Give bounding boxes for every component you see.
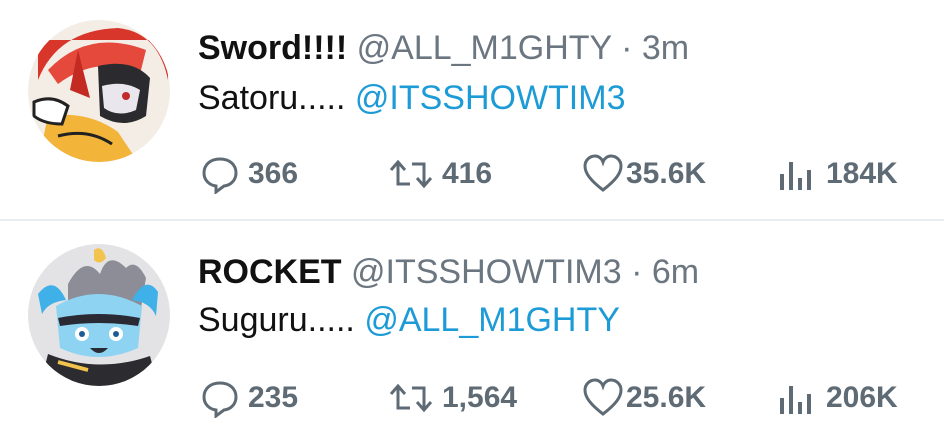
like-icon <box>582 154 624 194</box>
tweet-actions: 366 416 35.6K 184K <box>0 152 944 196</box>
separator-dot: · <box>621 29 633 67</box>
like-button[interactable]: 35.6K <box>582 152 706 196</box>
tweet-header: ROCKET @ITSSHOWTIM3 · 6m <box>198 252 699 292</box>
tweet-text: Suguru..... @ALL_M1GHTY <box>198 300 620 340</box>
views-button[interactable]: 206K <box>778 376 898 420</box>
views-count: 206K <box>826 381 898 414</box>
display-name[interactable]: ROCKET <box>198 253 342 291</box>
masked-red-character-avatar-icon <box>28 20 170 162</box>
tweet[interactable]: ROCKET @ITSSHOWTIM3 · 6m Suguru..... @AL… <box>0 222 944 442</box>
like-icon <box>582 378 624 418</box>
timestamp[interactable]: 6m <box>652 253 699 291</box>
tweet-body-text: Satoru..... <box>198 79 346 117</box>
tweet[interactable]: Sword!!!! @ALL_M1GHTY · 3m Satoru..... @… <box>0 0 944 220</box>
retweet-icon <box>388 378 434 418</box>
user-handle[interactable]: @ITSSHOWTIM3 <box>351 253 622 291</box>
views-icon <box>778 156 812 192</box>
retweet-count: 416 <box>442 157 493 190</box>
user-handle[interactable]: @ALL_M1GHTY <box>357 29 612 67</box>
tweet-divider <box>0 219 944 221</box>
display-name[interactable]: Sword!!!! <box>198 29 347 67</box>
retweet-button[interactable]: 416 <box>388 152 492 196</box>
mention-link[interactable]: @ITSSHOWTIM3 <box>355 79 626 117</box>
reply-icon <box>200 154 240 194</box>
like-button[interactable]: 25.6K <box>582 376 706 420</box>
reply-count: 235 <box>248 381 299 414</box>
like-count: 25.6K <box>626 381 707 414</box>
reply-count: 366 <box>248 157 299 190</box>
views-icon <box>778 380 812 416</box>
tweet-body-text: Suguru..... <box>198 301 355 339</box>
reply-button[interactable]: 235 <box>200 376 298 420</box>
views-count: 184K <box>826 157 898 190</box>
blue-flame-character-avatar-icon <box>28 244 170 386</box>
timestamp[interactable]: 3m <box>642 29 689 67</box>
views-button[interactable]: 184K <box>778 152 898 196</box>
tweet-text: Satoru..... @ITSSHOWTIM3 <box>198 78 625 118</box>
tweet-header: Sword!!!! @ALL_M1GHTY · 3m <box>198 28 689 68</box>
retweet-button[interactable]: 1,564 <box>388 376 517 420</box>
reply-button[interactable]: 366 <box>200 152 298 196</box>
like-count: 35.6K <box>626 157 707 190</box>
avatar[interactable] <box>28 20 170 162</box>
reply-icon <box>200 378 240 418</box>
separator-dot: · <box>631 253 643 291</box>
avatar[interactable] <box>28 244 170 386</box>
tweet-actions: 235 1,564 25.6K 206K <box>0 376 944 420</box>
retweet-icon <box>388 154 434 194</box>
retweet-count: 1,564 <box>442 381 518 414</box>
mention-link[interactable]: @ALL_M1GHTY <box>364 301 620 339</box>
